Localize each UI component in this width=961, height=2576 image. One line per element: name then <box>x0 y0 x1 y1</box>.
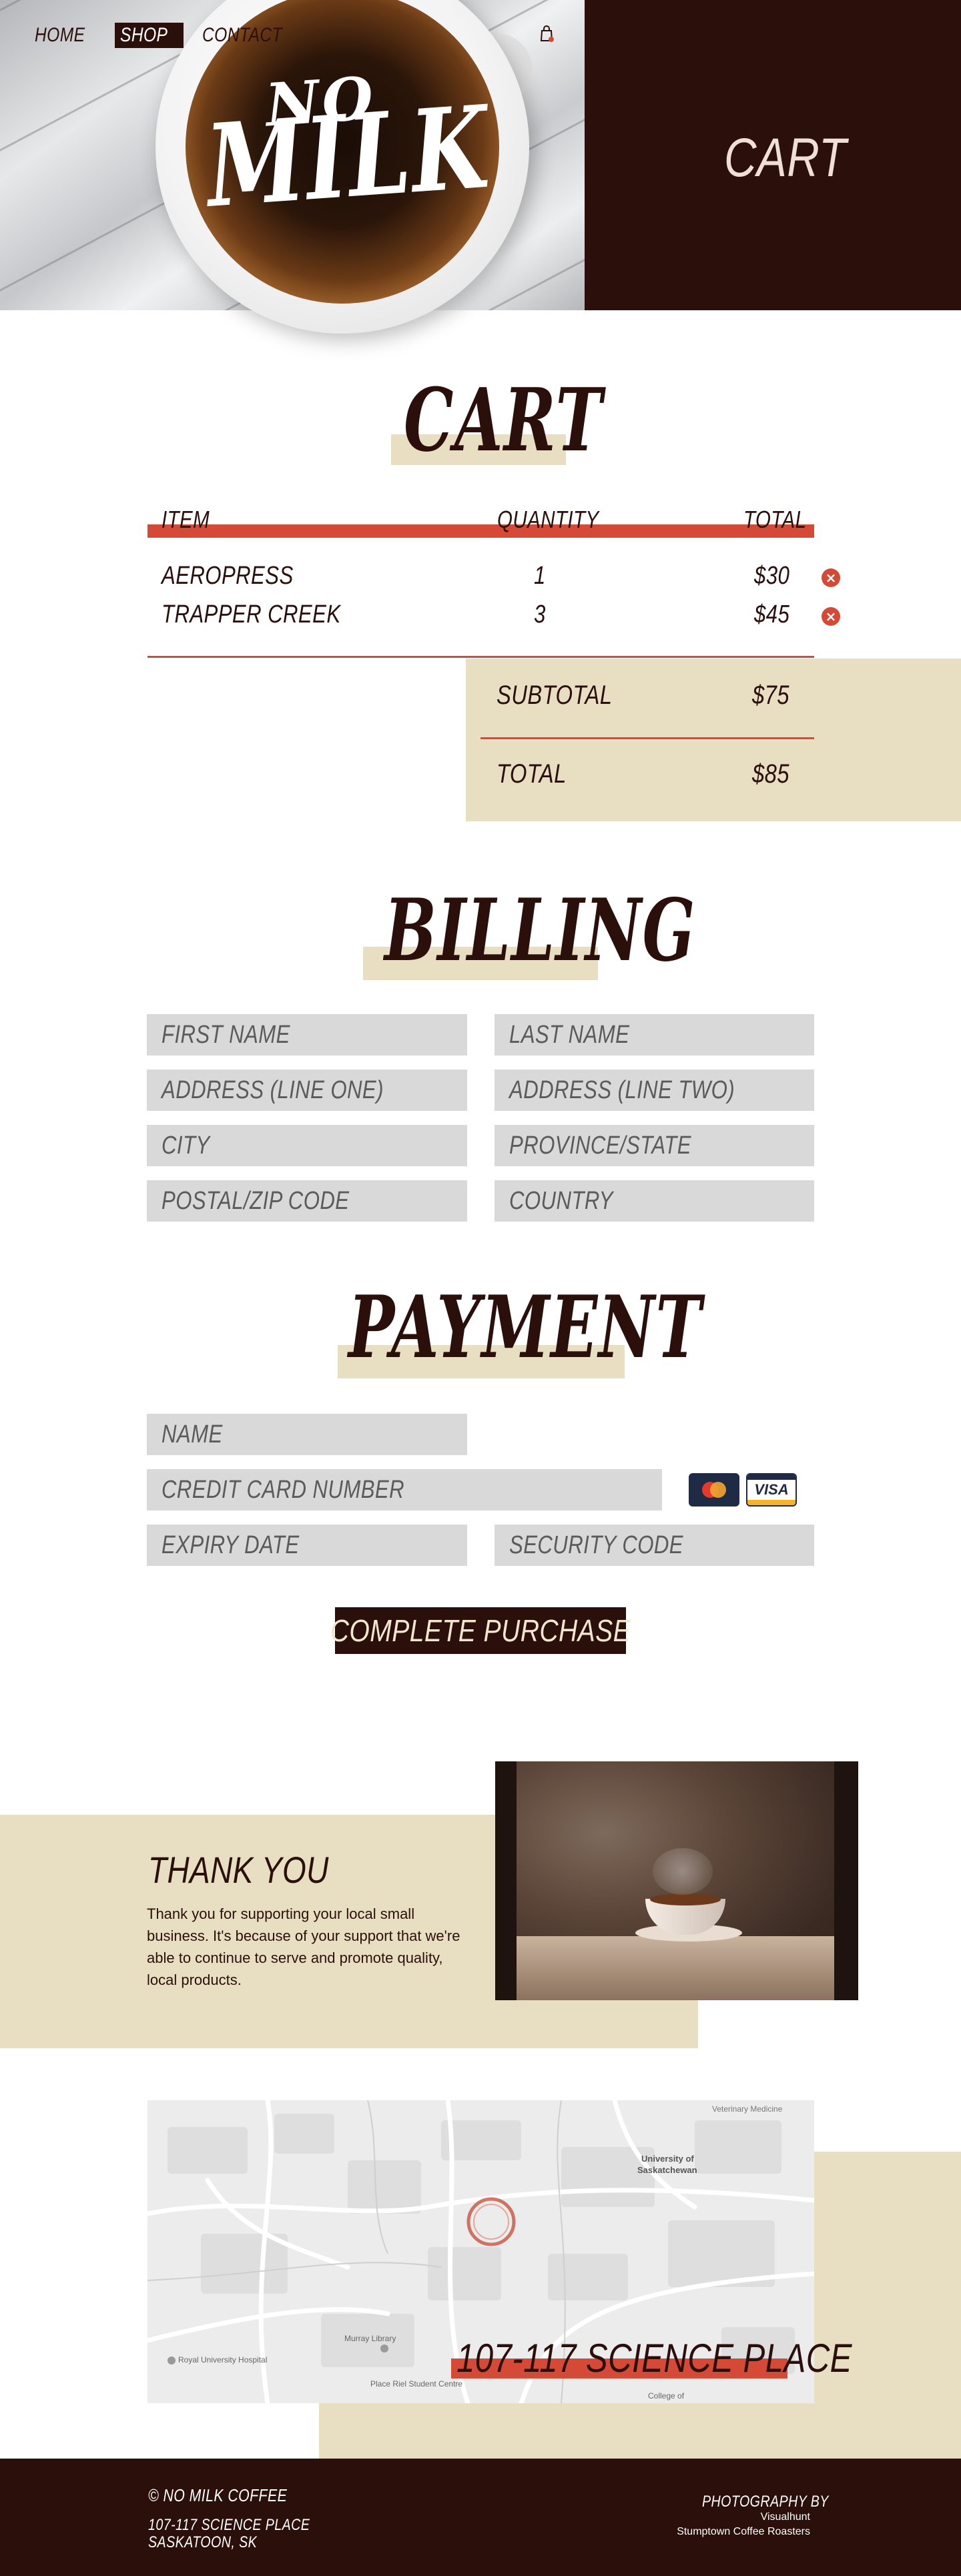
total-value: $85 <box>752 759 789 789</box>
payment-title: PAYMENT <box>348 1278 703 1378</box>
address-line-one-placeholder: ADDRESS (LINE ONE) <box>162 1076 384 1104</box>
cart-item-total: $45 <box>754 600 790 628</box>
map-label-university-2: Saskatchewan <box>637 2165 697 2175</box>
cardholder-name-field[interactable]: NAME <box>147 1414 467 1455</box>
first-name-placeholder: FIRST NAME <box>162 1020 290 1049</box>
province-placeholder: PROVINCE/STATE <box>509 1131 691 1160</box>
totals-divider <box>480 737 814 739</box>
address-line-two-placeholder: ADDRESS (LINE TWO) <box>509 1076 735 1104</box>
thank-you-message: Thank you for supporting your local smal… <box>147 1905 460 1988</box>
cart-divider <box>147 656 814 658</box>
column-header-quantity: QUANTITY <box>497 506 599 533</box>
card-number-field[interactable]: CREDIT CARD NUMBER <box>147 1469 662 1511</box>
visa-icon: VISA <box>746 1473 797 1507</box>
remove-item-icon[interactable]: × <box>822 568 840 587</box>
map-label-veterinary: Veterinary Medicine <box>712 2104 783 2114</box>
postal-code-placeholder: POSTAL/ZIP CODE <box>162 1186 350 1215</box>
visa-label: VISA <box>754 1481 789 1498</box>
shopping-bag-icon[interactable] <box>539 25 554 43</box>
city-field[interactable]: CITY <box>147 1125 467 1166</box>
footer-photo-heading: PHOTOGRAPHY BY <box>702 2493 829 2511</box>
cart-item-quantity: 1 <box>534 562 546 590</box>
footer-photo-credit-2: Stumptown Coffee Roasters <box>677 2526 810 2537</box>
security-code-field[interactable]: SECURITY CODE <box>495 1525 814 1566</box>
postal-code-field[interactable]: POSTAL/ZIP CODE <box>147 1180 467 1222</box>
address-line-one-field[interactable]: ADDRESS (LINE ONE) <box>147 1069 467 1111</box>
country-field[interactable]: COUNTRY <box>495 1180 814 1222</box>
nav-home-label: HOME <box>35 24 85 46</box>
footer-photo-credit-1: Visualhunt <box>760 2511 810 2523</box>
footer-address-line2: SASKATOON, SK <box>148 2533 258 2551</box>
map-address: 107-117 SCIENCE PLACE <box>456 2336 852 2381</box>
expiry-date-placeholder: EXPIRY DATE <box>162 1531 300 1559</box>
address-line-two-field[interactable]: ADDRESS (LINE TWO) <box>495 1069 814 1111</box>
cart-item-name: AEROPRESS <box>162 562 294 590</box>
last-name-placeholder: LAST NAME <box>509 1020 630 1049</box>
security-code-placeholder: SECURITY CODE <box>509 1531 684 1559</box>
cart-title: CART <box>404 369 603 471</box>
footer-copyright: © NO MILK COFFEE <box>148 2485 288 2505</box>
country-placeholder: COUNTRY <box>509 1186 613 1215</box>
map-label-hospital: Royal University Hospital <box>178 2355 268 2365</box>
expiry-date-field[interactable]: EXPIRY DATE <box>147 1525 467 1566</box>
footer-address-line1: 107-117 SCIENCE PLACE <box>148 2516 310 2534</box>
cart-item-name: TRAPPER CREEK <box>162 600 341 628</box>
coffee-window-photo <box>495 1761 858 2000</box>
nav-shop[interactable]: SHOP <box>115 23 184 48</box>
logo-text-milk: MILK <box>202 80 494 234</box>
column-header-total: TOTAL <box>743 506 807 533</box>
last-name-field[interactable]: LAST NAME <box>495 1014 814 1055</box>
nav-contact-label: CONTACT <box>202 24 282 46</box>
nav-shop-label: SHOP <box>120 24 168 46</box>
billing-title: BILLING <box>384 881 696 981</box>
thank-you-title: THANK YOU <box>148 1849 329 1891</box>
cart-header-bar <box>147 524 814 538</box>
cart-item-quantity: 3 <box>534 600 546 628</box>
map-label-student-centre: Place Riel Student Centre <box>370 2379 463 2389</box>
city-placeholder: CITY <box>162 1131 210 1160</box>
nav-contact[interactable]: CONTACT <box>197 23 305 48</box>
cardholder-name-placeholder: NAME <box>162 1420 223 1448</box>
mastercard-icon <box>689 1473 739 1507</box>
hero-title: CART <box>724 127 847 188</box>
complete-purchase-label: COMPLETE PURCHASE <box>330 1613 631 1648</box>
column-header-item: ITEM <box>162 506 210 533</box>
first-name-field[interactable]: FIRST NAME <box>147 1014 467 1055</box>
subtotal-value: $75 <box>752 681 789 710</box>
total-label: TOTAL <box>497 759 567 789</box>
main-nav: HOME SHOP CONTACT <box>29 23 305 48</box>
nav-home[interactable]: HOME <box>29 23 101 48</box>
map-label-library: Murray Library <box>344 2334 396 2343</box>
map-label-university-1: University of <box>641 2154 694 2164</box>
site-footer <box>0 2459 961 2576</box>
complete-purchase-button[interactable]: COMPLETE PURCHASE <box>330 1607 631 1654</box>
subtotal-label: SUBTOTAL <box>497 681 613 710</box>
card-number-placeholder: CREDIT CARD NUMBER <box>162 1475 405 1504</box>
map-label-college: College of <box>648 2391 685 2401</box>
province-field[interactable]: PROVINCE/STATE <box>495 1125 814 1166</box>
remove-item-icon[interactable]: × <box>822 607 840 626</box>
cart-item-total: $30 <box>754 562 790 590</box>
